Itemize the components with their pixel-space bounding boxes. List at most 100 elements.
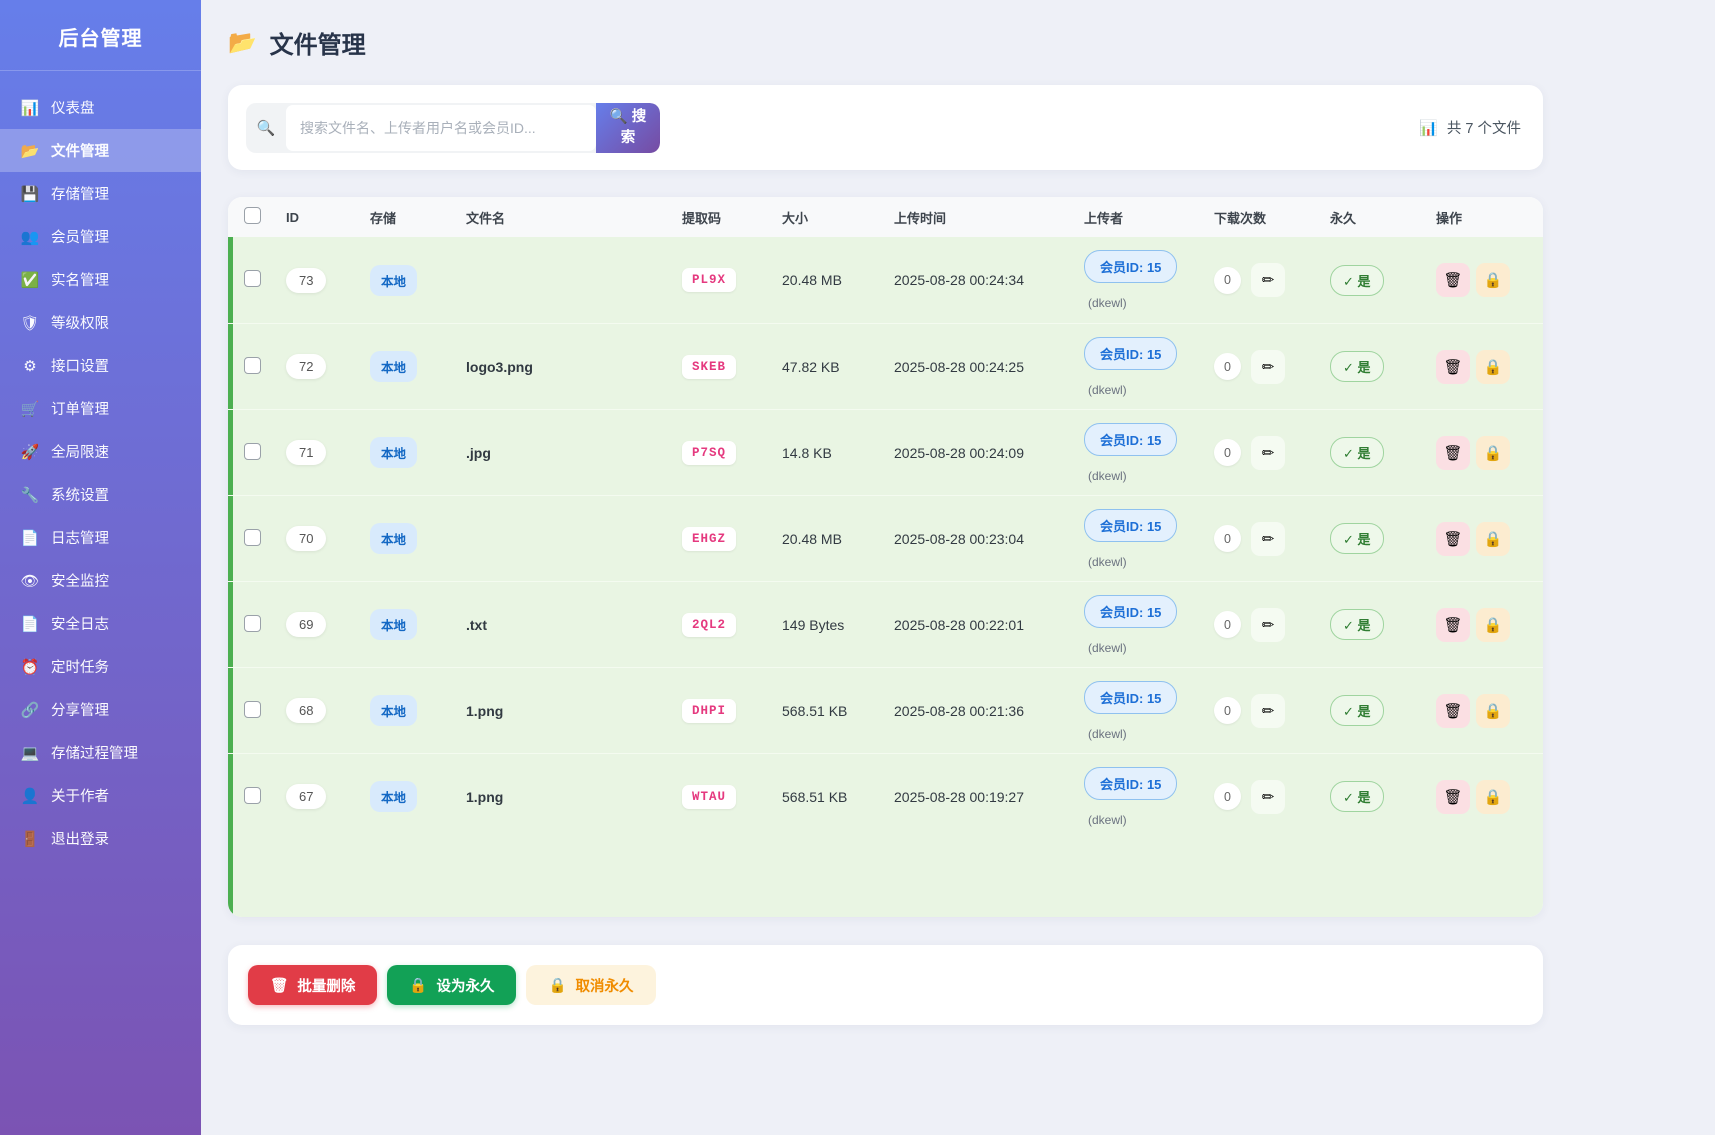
sidebar-item[interactable]: ✅ 实名管理: [0, 258, 201, 301]
lock-file-button[interactable]: 🔒: [1476, 694, 1510, 728]
sidebar-item[interactable]: 📄 安全日志: [0, 602, 201, 645]
sidebar-item[interactable]: 🔗 分享管理: [0, 688, 201, 731]
sidebar-item-label: 存储过程管理: [51, 742, 138, 763]
sidebar-item[interactable]: 💾 存储管理: [0, 172, 201, 215]
sidebar-item[interactable]: 📊 仪表盘: [0, 86, 201, 129]
row-select-cell: [228, 787, 276, 807]
lock-file-button[interactable]: 🔒: [1476, 780, 1510, 814]
sidebar-item-icon: 📂: [20, 142, 40, 160]
select-all-checkbox[interactable]: [244, 207, 261, 224]
file-id: 68: [286, 698, 326, 723]
uploader-name: (dkewl): [1084, 469, 1127, 483]
downloads-cell: 0 ✏: [1204, 350, 1320, 384]
permanent-cell: ✓ 是: [1320, 609, 1426, 640]
search-group: 🔍 🔍 搜索: [246, 103, 660, 153]
edit-button[interactable]: ✏: [1251, 694, 1285, 728]
sidebar-item[interactable]: 👥 会员管理: [0, 215, 201, 258]
edit-button[interactable]: ✏: [1251, 522, 1285, 556]
uploader-cell: 会员ID: 15 (dkewl): [1074, 509, 1204, 569]
sidebar-item[interactable]: 💻 存储过程管理: [0, 731, 201, 774]
row-checkbox[interactable]: [244, 270, 261, 287]
sidebar-item-icon: 🛡: [20, 314, 40, 332]
file-size: 568.51 KB: [772, 703, 884, 719]
main-content: 📂 文件管理 🔍 🔍 搜索 📊 共 7 个文件 ID 存储 文件名: [201, 0, 1715, 1135]
sidebar-item[interactable]: 👁 安全监控: [0, 559, 201, 602]
edit-button[interactable]: ✏: [1251, 350, 1285, 384]
permanent-cell: ✓ 是: [1320, 351, 1426, 382]
file-name: 1.png: [456, 703, 672, 719]
upload-time: 2025-08-28 00:19:27: [884, 789, 1074, 805]
delete-file-button[interactable]: 🗑: [1436, 780, 1470, 814]
sidebar-item[interactable]: 🛒 订单管理: [0, 387, 201, 430]
sidebar-item-label: 订单管理: [51, 398, 109, 419]
sidebar-item[interactable]: 👤 关于作者: [0, 774, 201, 817]
bulk-delete-button[interactable]: 🗑批量删除: [248, 965, 377, 1005]
permanent-cell: ✓ 是: [1320, 437, 1426, 468]
search-button-icon: 🔍: [610, 109, 628, 125]
sidebar-item[interactable]: 🛡 等级权限: [0, 301, 201, 344]
pencil-icon: ✏: [1262, 702, 1275, 720]
actions-cell: 🗑 🔒: [1426, 522, 1543, 556]
table-row: 69 本地 .txt 2QL2 149 Bytes 2025-08-28 00:…: [228, 581, 1543, 667]
row-checkbox[interactable]: [244, 357, 261, 374]
extraction-code: P7SQ: [682, 441, 736, 465]
delete-file-button[interactable]: 🗑: [1436, 694, 1470, 728]
row-checkbox[interactable]: [244, 443, 261, 460]
file-size: 568.51 KB: [772, 789, 884, 805]
downloads-cell: 0 ✏: [1204, 780, 1320, 814]
lock-file-button[interactable]: 🔒: [1476, 608, 1510, 642]
member-id-badge: 会员ID: 15: [1084, 423, 1177, 456]
file-name: .txt: [456, 617, 672, 633]
permanent-badge: ✓ 是: [1330, 781, 1384, 812]
file-size: 149 Bytes: [772, 617, 884, 633]
edit-button[interactable]: ✏: [1251, 436, 1285, 470]
file-size: 20.48 MB: [772, 272, 884, 288]
sidebar-nav: 📊 仪表盘 📂 文件管理 💾 存储管理 👥 会员管理 ✅ 实名管理 🛡 等级权限…: [0, 71, 201, 860]
search-button[interactable]: 🔍 搜索: [596, 103, 660, 153]
sidebar-item[interactable]: ⏰ 定时任务: [0, 645, 201, 688]
lock-icon: 🔒: [1484, 271, 1503, 289]
file-id: 70: [286, 526, 326, 551]
sidebar-item[interactable]: 🚪 退出登录: [0, 817, 201, 860]
cancel-permanent-button[interactable]: 🔒取消永久: [526, 965, 655, 1005]
file-size: 14.8 KB: [772, 445, 884, 461]
row-checkbox[interactable]: [244, 529, 261, 546]
lock-file-button[interactable]: 🔒: [1476, 350, 1510, 384]
delete-file-button[interactable]: 🗑: [1436, 263, 1470, 297]
set-permanent-button[interactable]: 🔒设为永久: [387, 965, 516, 1005]
lock-file-button[interactable]: 🔒: [1476, 263, 1510, 297]
row-checkbox[interactable]: [244, 615, 261, 632]
extraction-code: PL9X: [682, 268, 736, 292]
file-id: 71: [286, 440, 326, 465]
row-checkbox[interactable]: [244, 701, 261, 718]
storage-cell: 本地: [360, 523, 456, 554]
sidebar-item[interactable]: 🚀 全局限速: [0, 430, 201, 473]
row-checkbox[interactable]: [244, 787, 261, 804]
trash-icon: 🗑: [270, 977, 288, 994]
row-select-cell: [228, 270, 276, 290]
sidebar-item[interactable]: ⚙ 接口设置: [0, 344, 201, 387]
sidebar-item[interactable]: 📂 文件管理: [0, 129, 201, 172]
delete-file-button[interactable]: 🗑: [1436, 436, 1470, 470]
sidebar-item-icon: 📄: [20, 615, 40, 633]
search-icon: 🔍: [246, 103, 286, 153]
lock-file-button[interactable]: 🔒: [1476, 436, 1510, 470]
sidebar-item-label: 日志管理: [51, 527, 109, 548]
pencil-icon: ✏: [1262, 358, 1275, 376]
file-name: logo3.png: [456, 359, 672, 375]
delete-file-button[interactable]: 🗑: [1436, 608, 1470, 642]
table-row: 70 本地 EHGZ 20.48 MB 2025-08-28 00:23:04 …: [228, 495, 1543, 581]
edit-button[interactable]: ✏: [1251, 780, 1285, 814]
storage-cell: 本地: [360, 781, 456, 812]
search-input[interactable]: [286, 105, 596, 151]
file-table: ID 存储 文件名 提取码 大小 上传时间 上传者 下载次数 永久 操作 73 …: [228, 197, 1543, 917]
table-body: 73 本地 PL9X 20.48 MB 2025-08-28 00:24:34 …: [228, 237, 1543, 917]
lock-file-button[interactable]: 🔒: [1476, 522, 1510, 556]
sidebar-item-icon: 📊: [20, 99, 40, 117]
sidebar-item[interactable]: 🔧 系统设置: [0, 473, 201, 516]
edit-button[interactable]: ✏: [1251, 263, 1285, 297]
sidebar-item[interactable]: 📄 日志管理: [0, 516, 201, 559]
delete-file-button[interactable]: 🗑: [1436, 522, 1470, 556]
edit-button[interactable]: ✏: [1251, 608, 1285, 642]
delete-file-button[interactable]: 🗑: [1436, 350, 1470, 384]
